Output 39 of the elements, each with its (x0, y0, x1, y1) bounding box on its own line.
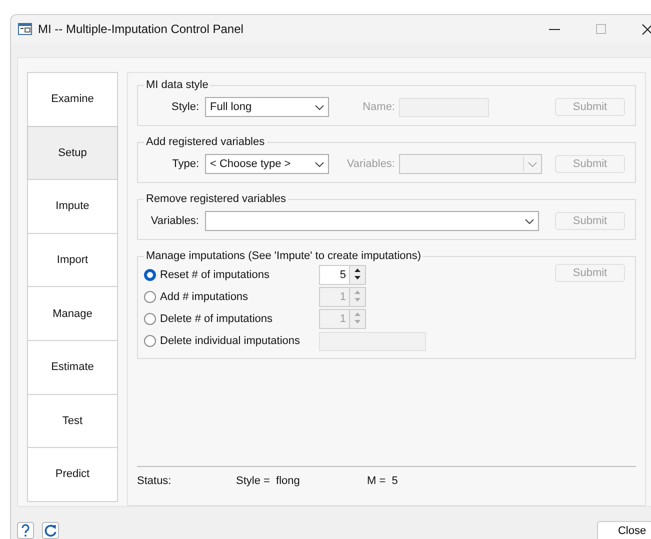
field-label: Variables: (150, 215, 199, 227)
side-tab[interactable]: Test (27, 394, 118, 448)
side-tab[interactable]: Setup (27, 126, 118, 180)
status-label: Status: (137, 475, 172, 489)
help-icon[interactable] (17, 522, 34, 539)
close-icon[interactable] (642, 24, 651, 34)
side-tab[interactable]: Examine (27, 72, 118, 127)
dropdown[interactable]: Full long (205, 97, 329, 117)
triangle-down-icon[interactable] (352, 274, 363, 282)
dropdown[interactable] (205, 211, 539, 231)
maximize-icon[interactable] (596, 24, 606, 34)
group-title: Manage imputations (See 'Impute' to create imputations) (145, 250, 422, 262)
window-icon (18, 23, 32, 35)
field-label: Type: (171, 158, 199, 170)
chevron-down-icon (314, 104, 324, 110)
side-tab[interactable]: Manage (27, 286, 118, 341)
chevron-down-icon (314, 162, 324, 166)
group-title: Add registered variables (145, 136, 266, 148)
close-button[interactable]: Close (597, 521, 651, 539)
minimize-icon[interactable] (549, 28, 560, 30)
number-spinner[interactable]: 5 (319, 265, 366, 285)
radio-option[interactable]: Reset # of imputations (144, 269, 319, 281)
group-title: Remove registered variables (145, 193, 288, 205)
status-m: M = 5 (367, 475, 398, 489)
group-title: MI data style (145, 79, 210, 91)
chevron-down-icon (528, 162, 536, 166)
field-label: Variables: (346, 158, 395, 170)
triangle-up-icon[interactable] (352, 266, 363, 274)
side-tab[interactable]: Predict (27, 447, 118, 502)
dropdown[interactable]: < Choose type > (205, 154, 329, 174)
side-tab[interactable]: Estimate (27, 340, 118, 395)
refresh-icon[interactable] (42, 522, 59, 539)
status-style: Style = flong (236, 475, 301, 489)
chevron-down-icon (524, 218, 534, 224)
field-label: Style: (170, 101, 199, 113)
window-title: MI -- Multiple-Imputation Control Panel (38, 22, 244, 36)
side-tab[interactable]: Import (27, 232, 118, 288)
field-label: Name: (362, 101, 395, 113)
side-tab[interactable]: Impute (27, 179, 118, 234)
